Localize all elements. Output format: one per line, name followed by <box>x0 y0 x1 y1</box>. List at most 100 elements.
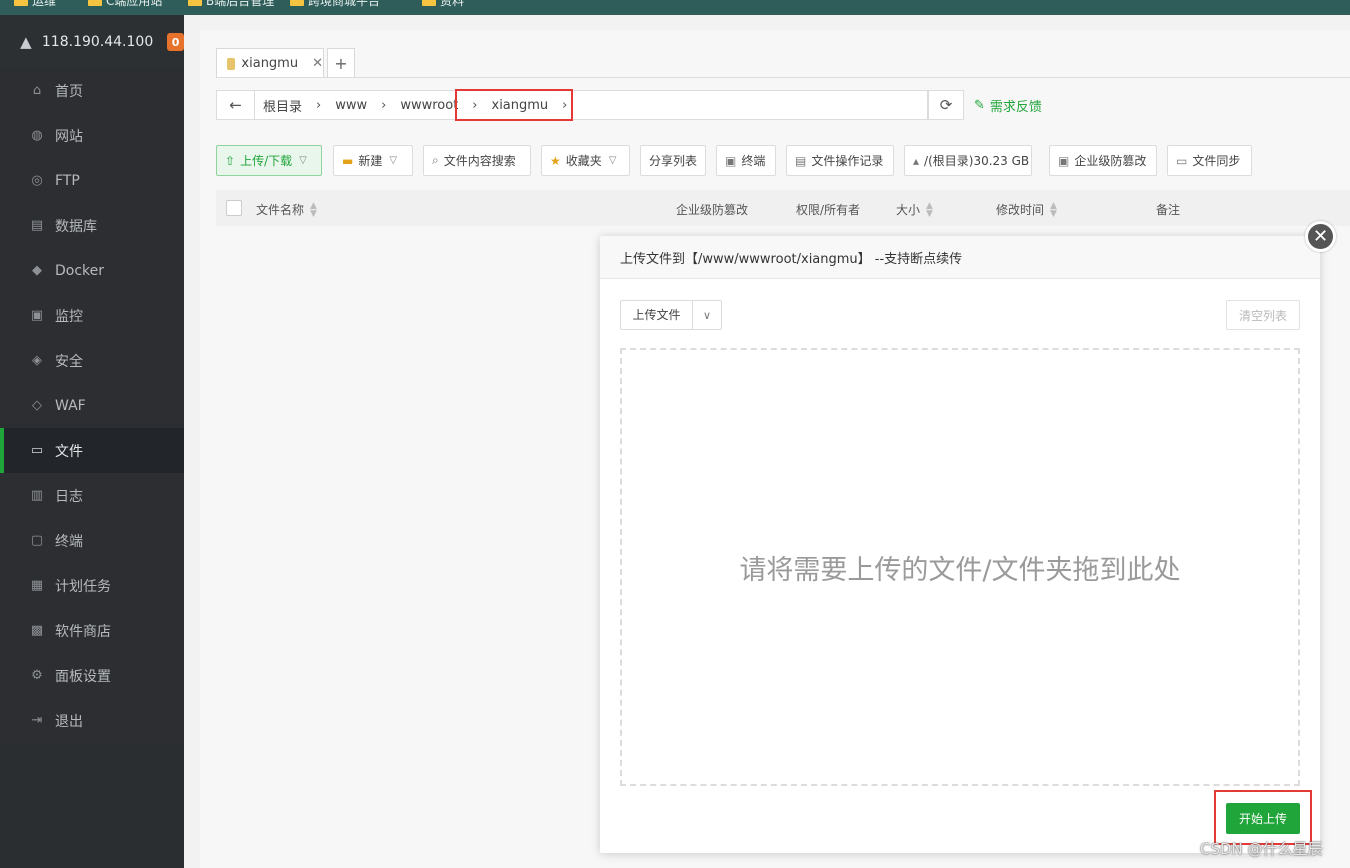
sync-folder-icon: ▭ <box>1176 153 1188 168</box>
content-search-button[interactable]: ⌕ 文件内容搜索 <box>423 145 531 176</box>
col-modified[interactable]: 修改时间 ▲ ▼ <box>996 201 1057 218</box>
sidebar-item-label: 数据库 <box>55 218 97 235</box>
chevron-down-icon: ▽ <box>608 155 617 166</box>
select-all-checkbox[interactable] <box>226 200 242 216</box>
shield-icon: ◈ <box>32 353 42 368</box>
server-ip: 118.190.44.100 <box>41 34 154 50</box>
chevron-right-icon: › <box>381 97 387 113</box>
sidebar-item-12[interactable]: ▩ 软件商店 <box>0 608 184 653</box>
close-dialog-icon[interactable]: ✕ <box>1305 221 1336 252</box>
sidebar-item-13[interactable]: ⚙ 面板设置 <box>0 653 184 698</box>
sidebar-footer <box>0 743 184 868</box>
file-sync-button[interactable]: ▭ 文件同步 <box>1167 145 1252 176</box>
upload-type-select[interactable]: 上传文件 ∨ <box>620 300 722 330</box>
sidebar-item-label: 计划任务 <box>55 578 111 595</box>
logout-icon: ⇥ <box>31 713 43 728</box>
bookmark-item[interactable]: 运维 <box>14 0 56 8</box>
panel-logo-icon: ▲ <box>20 33 32 51</box>
sidebar-item-label: 日志 <box>55 488 83 505</box>
sidebar-item-label: Docker <box>55 262 105 279</box>
bookmarks-bar: 运维 C端应用站 B端后台管理 跨境商城平台 资料 <box>0 0 1350 15</box>
sidebar-item-3[interactable]: ▤ 数据库 <box>0 203 184 248</box>
chevron-down-icon: ▽ <box>299 155 307 166</box>
sidebar-item-8[interactable]: ▭ 文件 <box>0 428 184 473</box>
folder-icon <box>227 57 236 70</box>
crumb-www[interactable]: www <box>329 98 373 113</box>
sidebar-item-label: 安全 <box>55 353 83 370</box>
sidebar-item-6[interactable]: ◈ 安全 <box>0 338 184 383</box>
sidebar-item-label: 面板设置 <box>55 668 111 685</box>
sort-icon: ▲ ▼ <box>926 200 933 219</box>
waf-shield-icon: ◇ <box>32 398 42 413</box>
tab-divider <box>216 77 1350 78</box>
folder-icon <box>14 0 28 6</box>
upload-icon: ⇧ <box>225 153 236 168</box>
add-tab-button[interactable]: + <box>327 48 355 78</box>
sidebar: ▲ 118.190.44.100 0 ⌂ 首页 ◍ 网站 ◎ FTP ▤ 数据库 ◆ Docker… <box>0 15 184 868</box>
terminal-icon: ▢ <box>30 533 44 548</box>
drop-message: 请将需要上传的文件/文件夹拖到此处 <box>739 554 1181 586</box>
sidebar-item-label: 软件商店 <box>55 623 111 640</box>
feedback-link[interactable]: ✎ 需求反馈 <box>974 96 1042 115</box>
folder-icon <box>88 0 102 6</box>
back-arrow-icon[interactable]: ← <box>217 91 255 119</box>
sidebar-item-2[interactable]: ◎ FTP <box>0 158 184 203</box>
start-upload-button[interactable]: 开始上传 <box>1226 803 1300 834</box>
sidebar-item-label: 监控 <box>55 308 83 325</box>
drop-zone[interactable]: 请将需要上传的文件/文件夹拖到此处 <box>620 348 1300 786</box>
tab-xiangmu[interactable]: xiangmu ✕ <box>216 48 324 78</box>
home-icon: ⌂ <box>32 83 42 98</box>
sidebar-item-label: 终端 <box>55 533 83 550</box>
folder-icon: ▭ <box>30 443 44 458</box>
apps-icon: ▩ <box>30 623 44 638</box>
sidebar-item-label: WAF <box>55 397 86 414</box>
crumb-root[interactable]: 根目录 <box>255 96 308 115</box>
sort-icon: ▲ ▼ <box>1050 200 1057 219</box>
folder-icon <box>290 0 304 6</box>
sidebar-item-9[interactable]: ▥ 日志 <box>0 473 184 518</box>
notification-badge[interactable]: 0 <box>167 33 184 51</box>
close-tab-icon[interactable]: ✕ <box>312 56 323 71</box>
edit-icon: ✎ <box>974 98 985 113</box>
tamper-proof-button[interactable]: ▣ 企业级防篡改 <box>1049 145 1157 176</box>
chevron-right-icon: › <box>316 97 322 113</box>
sidebar-item-11[interactable]: ▦ 计划任务 <box>0 563 184 608</box>
sidebar-item-4[interactable]: ◆ Docker <box>0 248 184 293</box>
sidebar-item-label: FTP <box>55 172 80 189</box>
sidebar-item-10[interactable]: ▢ 终端 <box>0 518 184 563</box>
sidebar-item-label: 文件 <box>55 443 83 460</box>
disk-usage-button[interactable]: ▴/(根目录)30.23 GB <box>904 145 1032 176</box>
chevron-down-icon[interactable]: ∨ <box>693 309 721 322</box>
sort-icon: ▲ ▼ <box>310 200 317 219</box>
sidebar-item-5[interactable]: ▣ 监控 <box>0 293 184 338</box>
col-remark: 备注 <box>1156 203 1181 217</box>
sidebar-item-14[interactable]: ⇥ 退出 <box>0 698 184 743</box>
terminal-button[interactable]: ▣ 终端 <box>716 145 776 176</box>
log-icon: ▤ <box>795 153 807 168</box>
favorites-button[interactable]: ★ 收藏夹 ▽ <box>541 145 630 176</box>
sidebar-item-7[interactable]: ◇ WAF <box>0 383 184 428</box>
chevron-down-icon: ▽ <box>389 155 398 166</box>
database-icon: ▤ <box>30 218 44 233</box>
bookmark-item[interactable]: B端后台管理 <box>188 0 274 8</box>
new-button[interactable]: ▬ 新建 ▽ <box>333 145 413 176</box>
sidebar-item-1[interactable]: ◍ 网站 <box>0 113 184 158</box>
bookmark-item[interactable]: 跨境商城平台 <box>290 0 380 8</box>
bookmark-item[interactable]: C端应用站 <box>88 0 162 8</box>
sidebar-item-0[interactable]: ⌂ 首页 <box>0 68 184 113</box>
col-size[interactable]: 大小 ▲ ▼ <box>896 201 933 218</box>
path-highlight-box <box>455 89 573 121</box>
sidebar-item-label: 退出 <box>55 713 83 730</box>
clear-list-button[interactable]: 清空列表 <box>1226 300 1300 330</box>
refresh-icon[interactable]: ⟳ <box>928 90 964 120</box>
col-filename[interactable]: 文件名称 ▲ ▼ <box>256 201 317 218</box>
file-table-header: 文件名称 ▲ ▼ 企业级防篡改 权限/所有者 大小 ▲ ▼ 修改时间 ▲ ▼ 备注 <box>216 190 1350 226</box>
folder-icon <box>422 0 436 6</box>
star-icon: ★ <box>550 153 561 168</box>
crumb-wwwroot[interactable]: wwwroot <box>394 98 464 113</box>
bookmark-item[interactable]: 资料 <box>422 0 464 8</box>
server-header[interactable]: ▲ 118.190.44.100 0 <box>0 15 184 70</box>
operation-log-button[interactable]: ▤ 文件操作记录 <box>786 145 894 176</box>
upload-download-button[interactable]: ⇧ 上传/下载 ▽ <box>216 145 322 176</box>
share-list-button[interactable]: 分享列表 <box>640 145 706 176</box>
